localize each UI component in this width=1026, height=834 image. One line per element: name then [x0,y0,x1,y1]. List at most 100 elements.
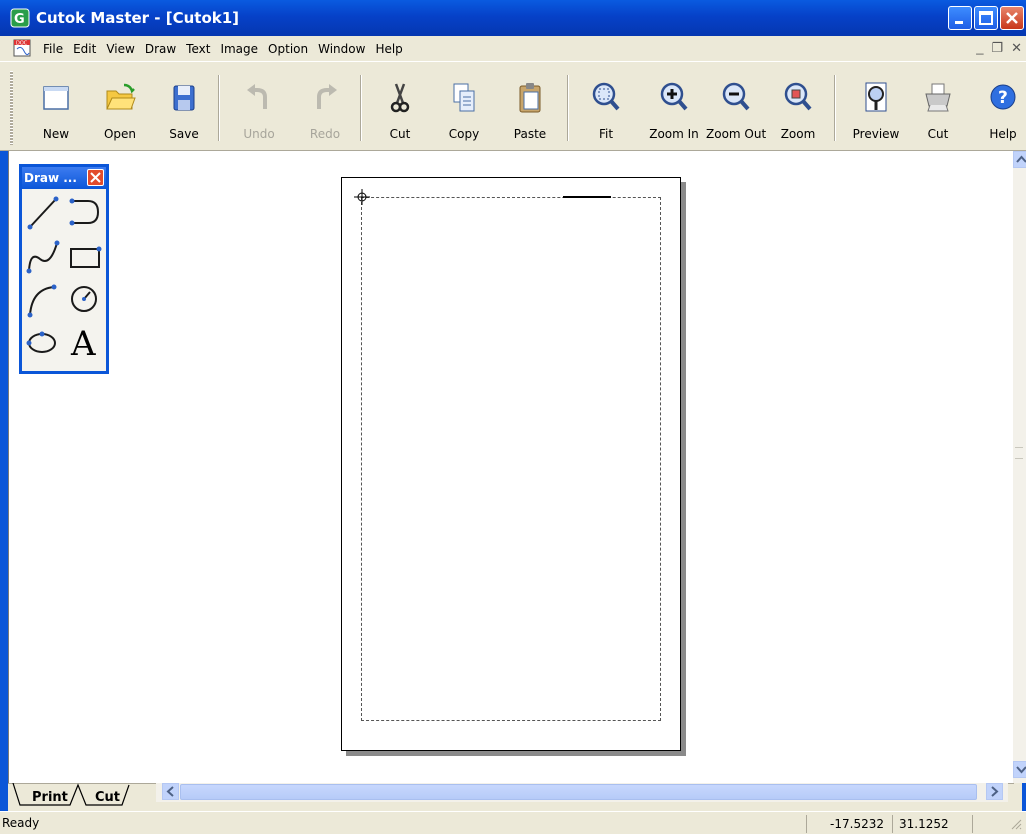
fit-button[interactable]: Fit [576,75,636,149]
close-button[interactable] [1000,6,1024,30]
menu-file[interactable]: File [38,42,68,56]
redo-button[interactable]: Redo [295,75,355,149]
toolbar-separator [360,75,362,141]
open-label: Open [103,127,137,141]
close-icon [90,172,101,183]
scroll-up-button[interactable] [1013,151,1026,168]
arc-tool-icon[interactable] [24,279,62,319]
curve-tool-icon[interactable] [24,237,62,277]
preview-icon [865,82,887,112]
tab-print-label: Print [32,789,68,805]
svg-text:?: ? [998,88,1008,108]
document-icon[interactable]: DOC [12,39,34,59]
status-x-coordinate: -17.5232 [806,815,890,833]
paste-button[interactable]: Paste [500,75,560,149]
origin-crosshair-icon [354,189,370,205]
circle-tool-icon[interactable] [66,279,104,319]
mdi-minimize-icon[interactable]: _ [976,40,983,56]
menu-window[interactable]: Window [313,42,370,56]
scissors-icon [390,83,410,113]
minimize-button[interactable] [948,6,972,30]
save-button[interactable]: Save [154,75,214,149]
copy-button[interactable]: Copy [434,75,494,149]
save-disk-icon [173,85,195,111]
scroll-right-button[interactable] [986,783,1003,800]
window-frame-left [0,151,8,811]
zoom-in-button[interactable]: Zoom In [644,75,704,149]
scroll-grip [1015,447,1023,459]
zoom-out-label: Zoom Out [706,127,767,141]
new-button[interactable]: New [26,75,86,149]
menu-edit[interactable]: Edit [68,42,101,56]
draw-palette[interactable]: Draw ... A [19,164,109,374]
mdi-restore-icon[interactable]: ❐ [991,40,1003,56]
drawn-line[interactable] [563,196,611,198]
horizontal-scroll-thumb[interactable] [180,784,977,800]
new-document-icon [43,86,69,110]
draw-palette-close-button[interactable] [87,169,104,186]
tab-cut[interactable]: Cut [95,785,120,809]
toolbar: New Open Save Undo Redo Cut Copy Paste F… [0,63,1026,151]
cut-button[interactable]: Cut [370,75,430,149]
status-extra-panel [972,815,1012,833]
resize-grip-icon[interactable] [1010,818,1022,830]
undo-button[interactable]: Undo [229,75,289,149]
zoom-window-icon [784,82,812,111]
toolbar-grip[interactable] [10,71,13,145]
open-button[interactable]: Open [90,75,150,149]
svg-text:A: A [70,324,96,361]
cut-label: Cut [389,127,411,141]
help-icon: ? [990,84,1016,110]
vertical-scrollbar[interactable] [1013,151,1026,783]
chevron-left-icon [166,786,174,797]
preview-button[interactable]: Preview [846,75,906,149]
menu-image[interactable]: Image [215,42,263,56]
zoom-out-icon [722,82,750,111]
scroll-down-button[interactable] [1013,761,1026,778]
line-tool-icon[interactable] [24,193,62,233]
status-text: Ready [2,816,40,830]
rectangle-tool-icon[interactable] [66,237,104,277]
redo-arrow-icon [317,84,337,109]
zoom-in-icon [660,82,688,111]
page-margin-outline [361,197,661,721]
menu-text[interactable]: Text [181,42,215,56]
tab-print[interactable]: Print [32,785,68,809]
y-coordinate-value: 31.1252 [899,817,949,831]
preview-label: Preview [852,127,900,141]
fit-label: Fit [598,127,614,141]
draw-palette-title: Draw ... [24,171,77,185]
menu-view[interactable]: View [101,42,139,56]
undo-label: Undo [243,127,275,141]
mdi-close-icon[interactable]: ✕ [1011,40,1022,56]
copy-label: Copy [448,127,480,141]
zoom-button[interactable]: Zoom [768,75,828,149]
new-label: New [42,127,70,141]
save-label: Save [169,127,199,141]
help-button[interactable]: ? Help [980,75,1026,149]
text-tool-icon[interactable]: A [66,321,104,361]
maximize-icon [979,11,993,25]
toolbar-separator [834,75,836,141]
paste-clipboard-icon [519,83,541,113]
open-folder-icon [106,83,136,110]
chevron-right-icon [991,786,999,797]
cut-plot-button[interactable]: Cut [908,75,968,149]
status-bar: Ready -17.5232 31.1252 [0,811,1026,834]
printer-icon [925,83,951,112]
polyline-tool-icon[interactable] [66,193,104,233]
menu-option[interactable]: Option [263,42,313,56]
copy-icon [453,83,475,112]
menu-bar: DOC File Edit View Draw Text Image Optio… [0,36,1026,62]
maximize-button[interactable] [974,6,998,30]
chevron-down-icon [1016,766,1026,774]
menu-help[interactable]: Help [370,42,407,56]
window-title: Cutok Master - [Cutok1] [36,9,240,27]
ellipse-tool-icon[interactable] [24,321,62,361]
zoom-label: Zoom [780,127,816,141]
chevron-up-icon [1016,155,1026,163]
scroll-left-button[interactable] [162,783,179,800]
paste-label: Paste [513,127,547,141]
zoom-out-button[interactable]: Zoom Out [706,75,766,149]
menu-draw[interactable]: Draw [140,42,181,56]
